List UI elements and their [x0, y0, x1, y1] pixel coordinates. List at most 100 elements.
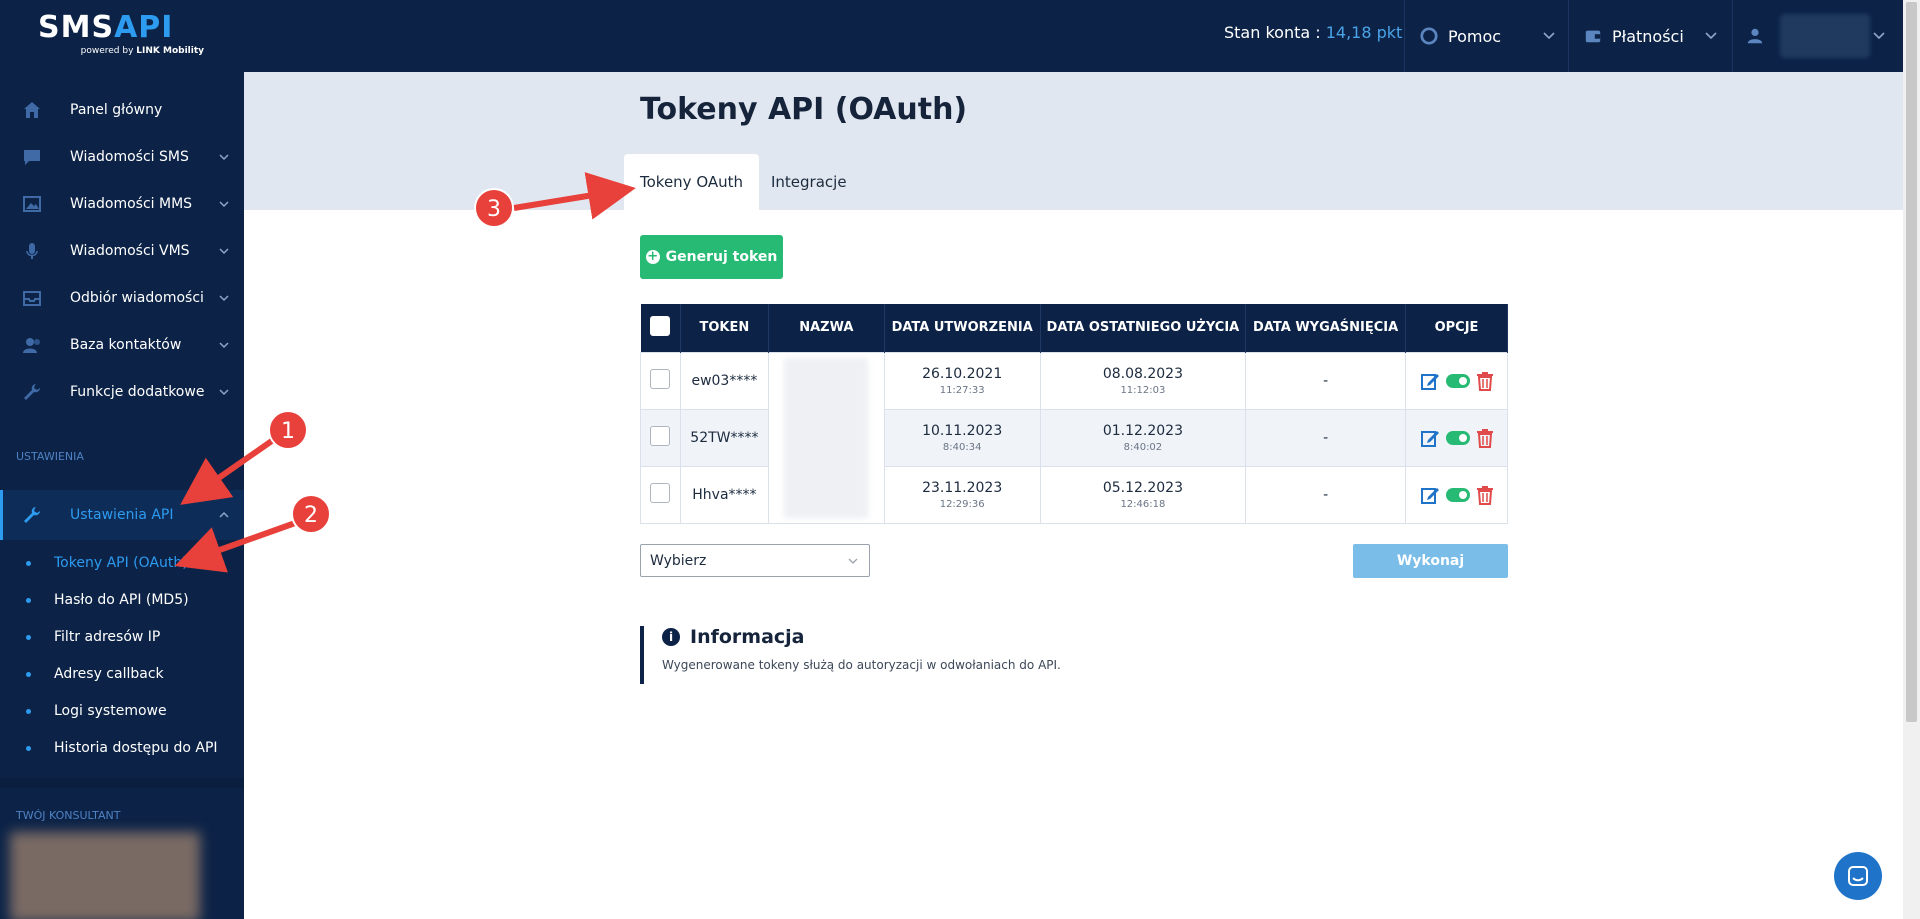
select-all-cell — [640, 304, 681, 352]
info-box: i Informacja Wygenerowane tokeny służą d… — [640, 626, 1140, 684]
microphone-icon — [26, 242, 38, 259]
last-used-cell: 05.12.2023 12:46:18 — [1039, 465, 1247, 524]
tab-oauth-tokens[interactable]: Tokeny OAuth — [624, 154, 760, 210]
chevron-down-icon — [219, 200, 229, 207]
sidebar-subitem-md5-password[interactable]: Hasło do API (MD5) — [0, 582, 244, 618]
sidebar-subitem-system-logs[interactable]: Logi systemowe — [0, 693, 244, 729]
sidebar-item-dashboard[interactable]: Panel główny — [0, 86, 244, 133]
scrollbar-thumb[interactable] — [1906, 2, 1917, 722]
sidebar-item-inbox[interactable]: Odbiór wiadomości — [0, 274, 244, 321]
row-checkbox[interactable] — [650, 368, 671, 389]
help-label: Pomoc — [1448, 26, 1502, 46]
expires-cell: - — [1245, 351, 1407, 410]
help-menu[interactable]: Pomoc — [1420, 0, 1556, 72]
chat-icon — [1848, 866, 1868, 886]
row-select-cell — [640, 351, 681, 410]
edit-icon[interactable] — [1420, 428, 1440, 448]
table-header-row: TOKEN NAZWA DATA UTWORZENIA DATA OSTATNI… — [640, 304, 1508, 352]
column-header-expires[interactable]: DATA WYGAŚNIĘCIA — [1245, 304, 1407, 352]
edit-icon[interactable] — [1420, 485, 1440, 505]
wrench-icon — [24, 507, 40, 523]
page-scrollbar[interactable] — [1903, 0, 1920, 919]
column-header-created[interactable]: DATA UTWORZENIA — [884, 304, 1041, 352]
annotation-label-2: 2 — [304, 503, 318, 528]
sidebar-subitem-api-access-history[interactable]: Historia dostępu do API — [0, 730, 244, 766]
token-cell: ew03**** — [679, 351, 769, 410]
account-balance: Stan konta : 14,18 pkt — [1224, 23, 1403, 42]
wallet-icon — [1585, 30, 1601, 43]
created-cell: 23.11.2023 12:29:36 — [883, 465, 1041, 524]
sidebar-item-sms[interactable]: Wiadomości SMS — [0, 133, 244, 180]
edit-icon[interactable] — [1420, 371, 1440, 391]
chevron-down-icon — [219, 247, 229, 254]
column-header-name[interactable]: NAZWA — [768, 304, 885, 352]
table-row: ew03**** 26.10.2021 11:27:33 08.08.2023 11… — [640, 351, 1508, 524]
created-cell: 10.11.2023 8:40:34 — [883, 408, 1041, 467]
page-title: Tokeny API (OAuth) — [640, 92, 968, 127]
bullet-dot — [26, 560, 31, 566]
home-icon — [24, 101, 40, 118]
sidebar-item-api-settings[interactable]: Ustawienia API — [0, 490, 244, 540]
user-menu[interactable] — [1746, 0, 1886, 72]
last-used-cell: 08.08.2023 11:12:03 — [1039, 351, 1247, 410]
tokens-table: TOKEN NAZWA DATA UTWORZENIA DATA OSTATNI… — [640, 304, 1508, 524]
top-divider — [1732, 0, 1733, 72]
payments-label: Płatności — [1612, 26, 1684, 46]
token-cell: Hhva**** — [679, 465, 769, 524]
page-header — [244, 72, 1903, 210]
generate-token-button[interactable]: + Generuj token — [640, 235, 783, 279]
trash-icon[interactable] — [1476, 371, 1494, 391]
chevron-down-icon — [848, 558, 858, 564]
toggle-switch[interactable] — [1445, 373, 1470, 388]
chevron-down-icon — [219, 294, 229, 301]
bullet-dot — [26, 708, 31, 714]
sidebar-subitem-ip-filter[interactable]: Filtr adresów IP — [0, 619, 244, 655]
sidebar-subitem-oauth-tokens[interactable]: Tokeny API (OAuth) — [0, 545, 244, 581]
select-all-checkbox[interactable] — [650, 315, 671, 336]
chevron-down-icon — [1705, 32, 1717, 40]
sidebar-item-extras[interactable]: Funkcje dodatkowe — [0, 368, 244, 415]
info-text: Wygenerowane tokeny służą do autoryzacji… — [662, 658, 1061, 672]
payments-menu[interactable]: Płatności — [1584, 0, 1718, 72]
plus-circle-icon: + — [645, 249, 660, 264]
column-header-token[interactable]: TOKEN — [680, 304, 769, 352]
wrench-icon — [24, 383, 40, 400]
chevron-up-icon — [219, 511, 229, 518]
bulk-action-select[interactable]: Wybierz — [640, 544, 870, 577]
created-cell: 26.10.2021 11:27:33 — [883, 351, 1041, 410]
consultant-photo — [10, 832, 200, 919]
bullet-dot — [26, 671, 31, 677]
sidebar-subitem-callbacks[interactable]: Adresy callback — [0, 656, 244, 692]
sidebar-divider — [0, 778, 244, 788]
row-checkbox[interactable] — [650, 482, 671, 503]
top-divider — [1568, 0, 1569, 72]
sidebar-item-vms[interactable]: Wiadomości VMS — [0, 227, 244, 274]
name-cell — [767, 351, 885, 524]
chevron-down-icon — [1873, 32, 1885, 40]
column-header-last-used[interactable]: DATA OSTATNIEGO UŻYCIA — [1040, 304, 1247, 352]
toggle-switch[interactable] — [1445, 430, 1470, 445]
row-checkbox[interactable] — [650, 425, 671, 446]
bullet-dot — [26, 745, 31, 751]
execute-button[interactable]: Wykonaj — [1353, 544, 1508, 578]
trash-icon[interactable] — [1476, 428, 1494, 448]
chat-launcher-button[interactable] — [1834, 852, 1882, 900]
row-select-cell — [640, 408, 681, 467]
options-cell — [1405, 465, 1508, 524]
tab-integrations[interactable]: Integracje — [755, 154, 863, 210]
annotation-badge-1 — [268, 410, 308, 450]
trash-icon[interactable] — [1476, 485, 1494, 505]
options-cell — [1405, 408, 1508, 467]
smsapi-logo[interactable]: SMSAPI powered by LINK Mobility — [38, 12, 208, 60]
options-cell — [1405, 351, 1508, 410]
last-used-cell: 01.12.2023 8:40:02 — [1039, 408, 1247, 467]
sidebar-item-mms[interactable]: Wiadomości MMS — [0, 180, 244, 227]
chevron-down-icon — [219, 153, 229, 160]
column-header-options: OPCJE — [1405, 304, 1508, 352]
image-icon — [23, 195, 41, 212]
section-label-consultant: TWÓJ KONSULTANT — [16, 809, 121, 822]
toggle-switch[interactable] — [1445, 487, 1470, 502]
sidebar-item-contacts[interactable]: Baza kontaktów — [0, 321, 244, 368]
section-label-settings: USTAWIENIA — [16, 450, 84, 463]
expires-cell: - — [1245, 465, 1407, 524]
